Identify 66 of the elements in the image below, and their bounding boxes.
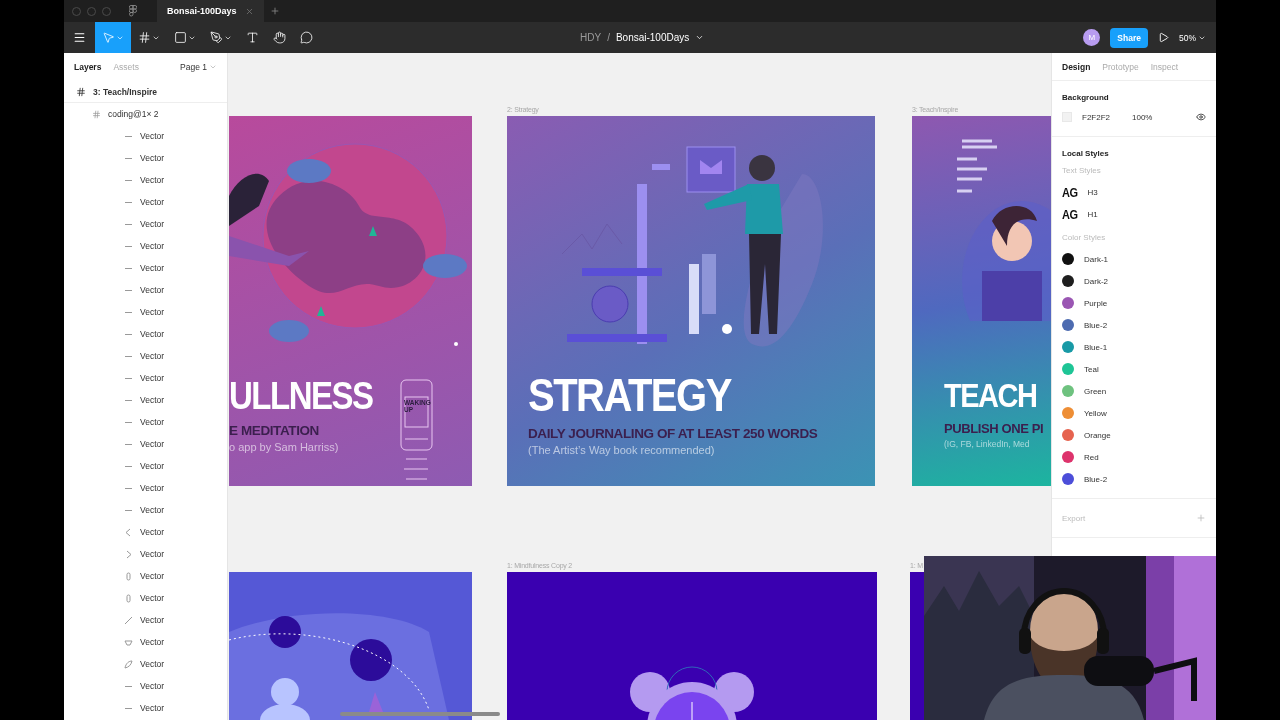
color-style-name[interactable]: Yellow [1084, 408, 1107, 418]
frame-subheading: E MEDITATION [229, 423, 320, 438]
layer-name[interactable]: Vector [140, 527, 165, 537]
layer-name[interactable]: Vector [140, 417, 165, 427]
layer-name[interactable]: Vector [140, 703, 165, 713]
color-style-name[interactable]: Blue-1 [1084, 342, 1108, 352]
layer-name[interactable]: Vector [140, 395, 165, 405]
color-style-name[interactable]: Blue-2 [1084, 474, 1108, 484]
panel-tab[interactable]: Design [1062, 61, 1091, 72]
layer-name[interactable]: Vector [140, 175, 165, 185]
color-style-name[interactable]: Dark-1 [1084, 254, 1108, 264]
color-style-name[interactable]: Purple [1084, 298, 1108, 308]
file-tab[interactable]: Bonsai-100Days [157, 0, 264, 22]
color-style-name[interactable]: Red [1084, 452, 1099, 462]
layer-name[interactable]: Vector [140, 241, 165, 251]
frame-note: (The Artist’s Way book recommended) [528, 444, 716, 456]
panel-tab[interactable]: Layers [74, 62, 102, 72]
text-style-sample[interactable]: AG [1062, 184, 1078, 200]
file-name[interactable]: Bonsai-100Days [615, 32, 690, 43]
layer-name[interactable]: Vector [140, 263, 165, 273]
frame-subheading: PUBLISH ONE PI [944, 421, 1044, 436]
layer-name[interactable]: Vector [140, 681, 165, 691]
frame-heading: STRATEGY [528, 372, 733, 418]
section-subtitle: Text Styles [1062, 165, 1102, 177]
layer-name[interactable]: Vector [140, 373, 165, 383]
frame-note: o app by Sam Harriss) [229, 441, 340, 453]
frame-heading: TEACH [944, 379, 1038, 413]
layer-name[interactable]: Vector [140, 571, 165, 581]
section-title: Background [1062, 92, 1110, 104]
layer-name[interactable]: 3: Teach/Inspire [93, 86, 158, 97]
layer-name[interactable]: Vector [140, 219, 165, 229]
frame-note: (IG, FB, LinkedIn, Med [944, 439, 1031, 449]
page-dropdown[interactable]: Page 1 [180, 62, 217, 72]
layer-name[interactable]: Vector [140, 593, 165, 603]
color-style-name[interactable]: Green [1084, 386, 1107, 396]
frame-subheading: DAILY JOURNALING OF AT LEAST 250 WORDS [528, 426, 818, 441]
breadcrumb-separator: / [607, 32, 610, 43]
layer-name[interactable]: Vector [140, 439, 165, 449]
layer-name[interactable]: Vector [140, 153, 165, 163]
frame-heading: ULLNESS [229, 377, 373, 415]
color-style-name[interactable]: Dark-2 [1084, 276, 1108, 286]
layer-name[interactable]: Vector [140, 637, 165, 647]
layer-name[interactable]: Vector [140, 659, 165, 669]
opacity-value[interactable]: 100% [1132, 112, 1153, 122]
layer-name[interactable]: Vector [140, 131, 165, 141]
layer-name[interactable]: Vector [140, 505, 165, 515]
color-style-name[interactable]: Blue-2 [1084, 320, 1108, 330]
layer-name[interactable]: Vector [140, 615, 165, 625]
layer-name[interactable]: Vector [140, 307, 165, 317]
layer-name[interactable]: Vector [140, 483, 165, 493]
layer-name[interactable]: Vector [140, 461, 165, 471]
text-style-sample[interactable]: AG [1062, 206, 1078, 222]
team-name[interactable]: HDY [580, 32, 602, 43]
section-title: Local Styles [1062, 148, 1110, 160]
layer-name[interactable]: Vector [140, 549, 165, 559]
color-style-name[interactable]: Teal [1084, 364, 1099, 374]
text-style-name[interactable]: H1 [1087, 209, 1098, 219]
layer-name[interactable]: Vector [140, 329, 165, 339]
layer-name[interactable]: Vector [140, 197, 165, 207]
color-style-name[interactable]: Orange [1084, 430, 1111, 440]
layer-name[interactable]: Vector [140, 351, 165, 361]
text-style-name[interactable]: H3 [1087, 187, 1098, 197]
layer-name[interactable]: coding@1× 2 [108, 109, 159, 119]
zoom-dropdown[interactable]: 50% [1179, 32, 1206, 43]
hex-value[interactable]: F2F2F2 [1082, 112, 1122, 122]
layer-name[interactable]: Vector [140, 285, 165, 295]
